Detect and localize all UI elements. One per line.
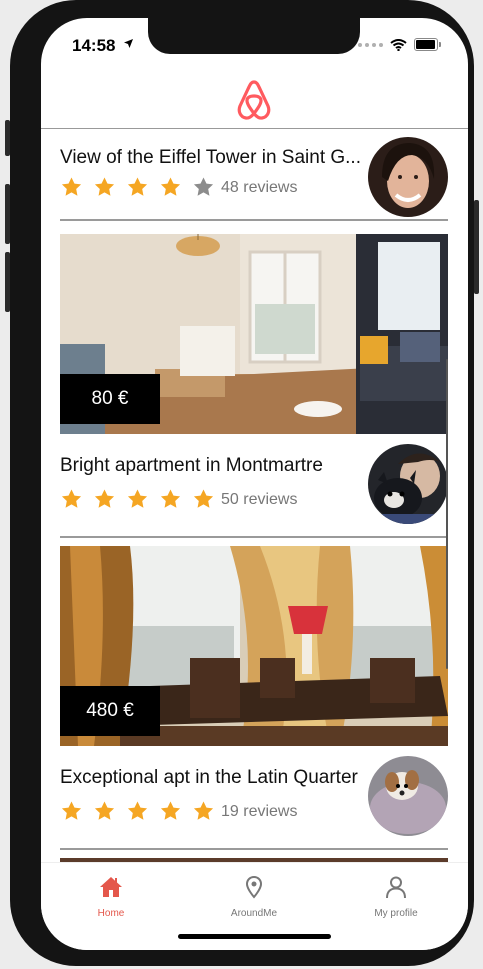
listing-card[interactable]: View of the Eiffel Tower in Saint G... 4… (60, 129, 448, 237)
status-time: 14:58 (72, 36, 116, 55)
tab-label: My profile (374, 908, 418, 919)
status-icons (358, 38, 441, 51)
signal-dots-icon (358, 42, 383, 47)
notch (148, 18, 360, 54)
volume-down-button (5, 252, 10, 312)
map-pin-icon (245, 875, 263, 899)
star-empty-icon (193, 177, 214, 196)
star-filled-icon (61, 801, 82, 820)
tab-label: Home (97, 908, 125, 919)
host-avatar[interactable] (368, 756, 448, 836)
battery-icon (414, 38, 441, 51)
star-filled-icon (160, 801, 181, 820)
listing-title: Bright apartment in Montmartre (60, 455, 323, 476)
star-filled-icon (127, 489, 148, 508)
price-tag: 80 € (60, 374, 160, 424)
listing-photo[interactable]: 80 € (60, 234, 448, 434)
rating: 50 reviews (60, 488, 297, 511)
divider (60, 536, 448, 538)
review-count: 50 reviews (221, 490, 298, 508)
rating: 19 reviews (60, 800, 297, 823)
star-filled-icon (61, 489, 82, 508)
listing-title: View of the Eiffel Tower in Saint G... (60, 147, 361, 168)
rating: 48 reviews (60, 176, 297, 199)
screen: 14:58 View of the Eiffel Tower in Saint … (41, 18, 468, 950)
star-filled-icon (94, 489, 115, 508)
tab-label: AroundMe (230, 908, 278, 919)
divider (60, 848, 448, 850)
listing-title: Exceptional apt in the Latin Quarter (60, 767, 358, 788)
star-filled-icon (61, 177, 82, 196)
star-filled-icon (193, 489, 214, 508)
divider (60, 219, 448, 221)
review-count: 48 reviews (221, 178, 298, 196)
mute-switch (5, 120, 10, 156)
star-filled-icon (127, 177, 148, 196)
host-avatar[interactable] (368, 137, 448, 217)
star-filled-icon (94, 177, 115, 196)
tab-home[interactable]: Home (51, 875, 171, 919)
star-filled-icon (94, 801, 115, 820)
tab-aroundme[interactable]: AroundMe (194, 875, 314, 919)
star-filled-icon (193, 801, 214, 820)
phone-frame: 14:58 View of the Eiffel Tower in Saint … (5, 0, 479, 966)
scroll-indicator[interactable] (446, 359, 448, 669)
listing-photo[interactable]: 480 € (60, 546, 448, 746)
wifi-icon (390, 38, 407, 51)
power-button (474, 200, 479, 294)
user-icon (386, 876, 406, 899)
listing-card[interactable]: 480 € Exceptional apt in the Latin Quart… (60, 546, 448, 858)
app-header (41, 72, 468, 129)
price-tag: 480 € (60, 686, 160, 736)
star-filled-icon (127, 801, 148, 820)
star-filled-icon (160, 489, 181, 508)
host-avatar[interactable] (368, 444, 448, 524)
tab-my-profile[interactable]: My profile (336, 875, 456, 919)
star-filled-icon (160, 177, 181, 196)
location-arrow-icon (124, 39, 133, 48)
home-indicator[interactable] (178, 934, 331, 939)
home-icon (100, 877, 122, 897)
airbnb-logo-icon (237, 80, 271, 120)
listing-card[interactable]: 80 € Bright apartment in Montmartre 50 r… (60, 234, 448, 546)
review-count: 19 reviews (221, 802, 298, 820)
listings-feed[interactable]: View of the Eiffel Tower in Saint G... 4… (41, 129, 468, 862)
volume-up-button (5, 184, 10, 244)
